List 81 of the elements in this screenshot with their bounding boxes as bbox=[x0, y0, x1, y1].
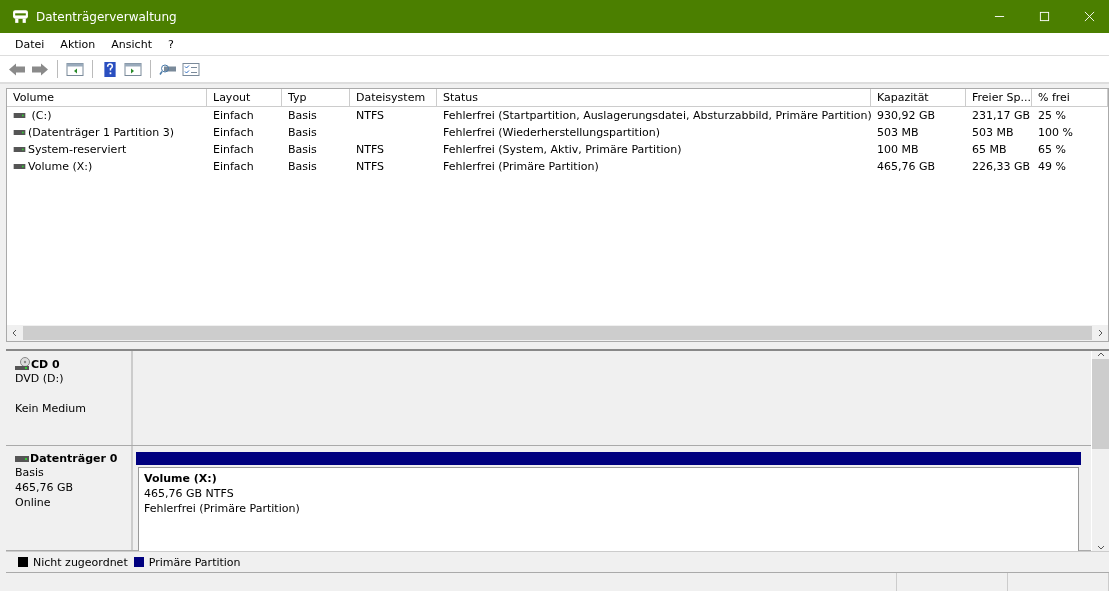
table-cell: Fehlerfrei (Startpartition, Auslagerungsdatei, Absturzabbild, Primäre Partition) bbox=[443, 109, 872, 122]
console-tree-icon[interactable] bbox=[66, 61, 84, 77]
scroll-left-icon[interactable] bbox=[11, 329, 19, 337]
back-arrow-icon[interactable] bbox=[8, 61, 26, 77]
table-cell: 49 % bbox=[1038, 160, 1066, 173]
legend-label: Primäre Partition bbox=[148, 555, 241, 569]
menu-item[interactable]: Aktion bbox=[54, 37, 102, 51]
scroll-right-icon[interactable] bbox=[1096, 329, 1104, 337]
column-header[interactable]: Typ bbox=[282, 89, 350, 106]
table-cell: NTFS bbox=[356, 143, 385, 156]
column-header[interactable]: Status bbox=[437, 89, 871, 106]
disk-management-icon bbox=[12, 8, 29, 25]
column-header[interactable]: Freier Sp... bbox=[966, 89, 1032, 106]
table-cell: Fehlerfrei (Primäre Partition) bbox=[443, 160, 599, 173]
drive-icon bbox=[13, 113, 26, 118]
disk-status: Kein Medium bbox=[15, 401, 87, 416]
table-cell: 100 % bbox=[1038, 126, 1073, 139]
menu-item[interactable]: ? bbox=[161, 37, 180, 51]
cd-drive-icon bbox=[15, 357, 31, 371]
column-header[interactable]: % frei bbox=[1032, 89, 1108, 106]
table-cell: (Datenträger 1 Partition 3) bbox=[28, 126, 175, 139]
column-header[interactable]: Kapazität bbox=[871, 89, 966, 106]
table-cell: Basis bbox=[288, 126, 317, 139]
table-cell: NTFS bbox=[356, 109, 385, 122]
disk-name: CD 0 bbox=[31, 357, 60, 371]
table-cell: 930,92 GB bbox=[877, 109, 936, 122]
window-title: Datenträgerverwaltung bbox=[36, 9, 178, 24]
table-cell: Basis bbox=[288, 109, 317, 122]
table-cell: NTFS bbox=[356, 160, 385, 173]
table-cell: Einfach bbox=[213, 126, 254, 139]
table-cell: 65 % bbox=[1038, 143, 1066, 156]
disk-detail: Basis bbox=[15, 465, 45, 480]
drive-icon bbox=[13, 147, 26, 152]
table-cell: Basis bbox=[288, 143, 317, 156]
table-cell: 503 MB bbox=[877, 126, 919, 139]
disk-name: Datenträger 0 bbox=[30, 452, 118, 465]
vertical-scrollbar[interactable] bbox=[1092, 359, 1109, 449]
table-cell: Volume (X:) bbox=[28, 160, 93, 173]
scroll-down-icon[interactable] bbox=[1096, 543, 1105, 551]
table-cell: Fehlerfrei (Wiederherstellungspartition) bbox=[443, 126, 660, 139]
maximize-icon[interactable] bbox=[1039, 11, 1050, 22]
table-cell: Fehlerfrei (System, Aktiv, Primäre Partition) bbox=[443, 143, 682, 156]
column-header[interactable]: Layout bbox=[207, 89, 282, 106]
column-header[interactable]: Dateisystem bbox=[350, 89, 437, 106]
action-pane-icon[interactable] bbox=[124, 61, 142, 77]
table-cell: Einfach bbox=[213, 109, 254, 122]
table-cell-text: (C:) bbox=[30, 109, 52, 122]
connect-icon[interactable] bbox=[159, 61, 177, 77]
table-cell: 25 % bbox=[1038, 109, 1066, 122]
menu-item[interactable]: Ansicht bbox=[105, 37, 158, 51]
table-cell: 231,17 GB bbox=[972, 109, 1031, 122]
table-cell: 100 MB bbox=[877, 143, 919, 156]
partition-block[interactable]: Volume (X:) 465,76 GB NTFS Fehlerfrei (Primäre Partition) bbox=[138, 467, 1079, 551]
table-cell: 465,76 GB bbox=[877, 160, 936, 173]
table-cell: Einfach bbox=[213, 143, 254, 156]
scroll-up-icon[interactable] bbox=[1096, 351, 1105, 359]
menu-item[interactable]: Datei bbox=[9, 37, 51, 51]
partition-name: Volume (X:) bbox=[144, 471, 218, 486]
partition-status: Fehlerfrei (Primäre Partition) bbox=[144, 501, 301, 516]
horizontal-scrollbar[interactable] bbox=[23, 326, 1092, 340]
table-cell: Basis bbox=[288, 160, 317, 173]
forward-arrow-icon[interactable] bbox=[31, 61, 49, 77]
drive-icon bbox=[13, 164, 26, 169]
table-cell: 65 MB bbox=[972, 143, 1007, 156]
disk-detail: DVD (D:) bbox=[15, 371, 65, 386]
table-cell: System-reserviert bbox=[28, 143, 127, 156]
close-icon[interactable] bbox=[1084, 11, 1095, 22]
disk-info-panel[interactable]: CD 0 DVD (D:) Kein Medium bbox=[6, 351, 133, 445]
disk-detail: 465,76 GB bbox=[15, 480, 75, 495]
drive-icon bbox=[15, 455, 29, 462]
table-cell: Einfach bbox=[213, 160, 254, 173]
table-cell: 503 MB bbox=[972, 126, 1014, 139]
legend-label: Nicht zugeordnet bbox=[33, 555, 128, 569]
help-icon[interactable] bbox=[101, 61, 119, 77]
table-cell: 226,33 GB bbox=[972, 160, 1031, 173]
partition-size: 465,76 GB NTFS bbox=[144, 486, 235, 501]
checklist-icon[interactable] bbox=[182, 61, 200, 77]
column-header[interactable]: Volume bbox=[7, 89, 207, 106]
disk-detail: Online bbox=[15, 495, 52, 510]
disk-info-panel[interactable]: Datenträger 0 Basis 465,76 GB Online bbox=[6, 446, 133, 550]
drive-icon bbox=[13, 130, 26, 135]
